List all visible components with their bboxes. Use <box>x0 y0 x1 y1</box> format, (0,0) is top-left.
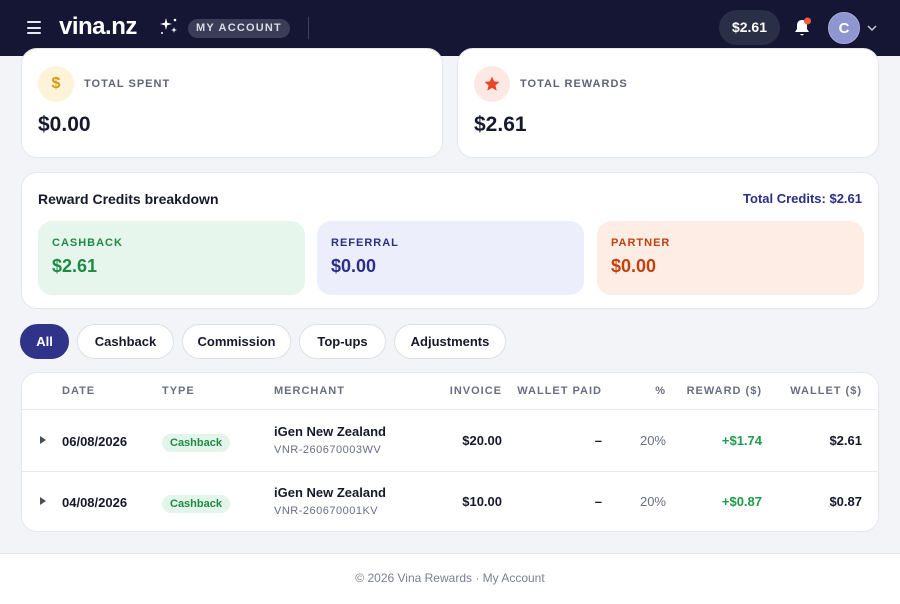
header-row-divider <box>22 409 878 410</box>
column-header-merchant: MERCHANT <box>274 385 345 397</box>
row-invoice: $10.00 <box>462 494 502 509</box>
cashback-value: $2.61 <box>52 256 98 276</box>
tab-adjustments[interactable]: Adjustments <box>394 324 506 359</box>
column-header-wallet: WALLET ($) <box>790 385 862 397</box>
expand-row-icon[interactable] <box>39 436 47 444</box>
total-spent-label: TOTAL SPENT <box>84 78 171 90</box>
row-wallet: $0.87 <box>829 494 862 509</box>
merchant-reference: VNR-260670001KV <box>274 505 379 517</box>
partner-credit-box: PARTNER $0.00 <box>597 221 864 295</box>
star-icon <box>474 66 510 102</box>
tab-cashback[interactable]: Cashback <box>77 324 174 359</box>
avatar[interactable]: C <box>828 12 860 44</box>
row-percent: 20% <box>639 494 666 509</box>
total-rewards-card: TOTAL REWARDS $2.61 <box>457 48 879 158</box>
footer: © 2026 Vina Rewards · My Account <box>0 554 900 604</box>
logo-stars-icon <box>160 18 177 34</box>
column-header-percent: % <box>655 385 666 397</box>
row-date: 06/08/2026 <box>62 434 128 449</box>
wallet-balance-button[interactable]: $2.61 <box>719 10 780 45</box>
my-account-badge: MY ACCOUNT <box>188 19 290 38</box>
tab-all[interactable]: All <box>20 324 69 359</box>
column-header-wallet-paid: WALLET PAID <box>517 385 602 397</box>
referral-credit-box: REFERRAL $0.00 <box>317 221 584 295</box>
header-divider <box>308 17 309 39</box>
total-credits: Total Credits: $2.61 <box>743 191 862 206</box>
merchant-reference: VNR-260670003WV <box>274 444 382 456</box>
row-percent: 20% <box>639 433 666 448</box>
reward-credits-breakdown-card: Reward Credits breakdown Total Credits: … <box>21 172 879 309</box>
referral-label: REFERRAL <box>331 237 399 249</box>
breakdown-title: Reward Credits breakdown <box>38 191 219 207</box>
type-badge: Cashback <box>162 495 230 513</box>
column-header-type: TYPE <box>162 385 195 397</box>
merchant-name: iGen New Zealand <box>274 485 386 500</box>
notification-dot <box>804 17 811 25</box>
tab-commission[interactable]: Commission <box>182 324 291 359</box>
merchant-name: iGen New Zealand <box>274 424 386 439</box>
hamburger-menu-icon[interactable] <box>27 21 41 34</box>
logo[interactable]: vina.nz <box>59 13 137 41</box>
cashback-credit-box: CASHBACK $2.61 <box>38 221 305 295</box>
column-header-reward: REWARD ($) <box>686 385 762 397</box>
row-wallet-paid: – <box>594 433 602 448</box>
notification-bell-icon[interactable] <box>792 17 812 39</box>
chevron-down-icon[interactable] <box>866 23 878 33</box>
row-invoice: $20.00 <box>462 433 502 448</box>
row-wallet: $2.61 <box>829 433 862 448</box>
transactions-table: DATE TYPE MERCHANT INVOICE WALLET PAID %… <box>21 372 879 532</box>
type-badge: Cashback <box>162 434 230 452</box>
total-rewards-label: TOTAL REWARDS <box>520 78 628 90</box>
row-reward: +$0.87 <box>721 494 762 509</box>
row-wallet-paid: – <box>594 494 602 509</box>
total-spent-card: $ TOTAL SPENT $0.00 <box>21 48 443 158</box>
row-date: 04/08/2026 <box>62 495 128 510</box>
dollar-icon: $ <box>38 66 74 102</box>
partner-value: $0.00 <box>611 256 657 276</box>
partner-label: PARTNER <box>611 237 671 249</box>
total-rewards-value: $2.61 <box>474 113 527 136</box>
tab-top-ups[interactable]: Top-ups <box>299 324 386 359</box>
row-reward: +$1.74 <box>721 433 762 448</box>
row-divider <box>22 471 878 472</box>
expand-row-icon[interactable] <box>39 497 47 505</box>
column-header-date: DATE <box>62 385 96 397</box>
cashback-label: CASHBACK <box>52 237 123 249</box>
referral-value: $0.00 <box>331 256 377 276</box>
column-header-invoice: INVOICE <box>449 385 502 397</box>
total-spent-value: $0.00 <box>38 113 91 136</box>
